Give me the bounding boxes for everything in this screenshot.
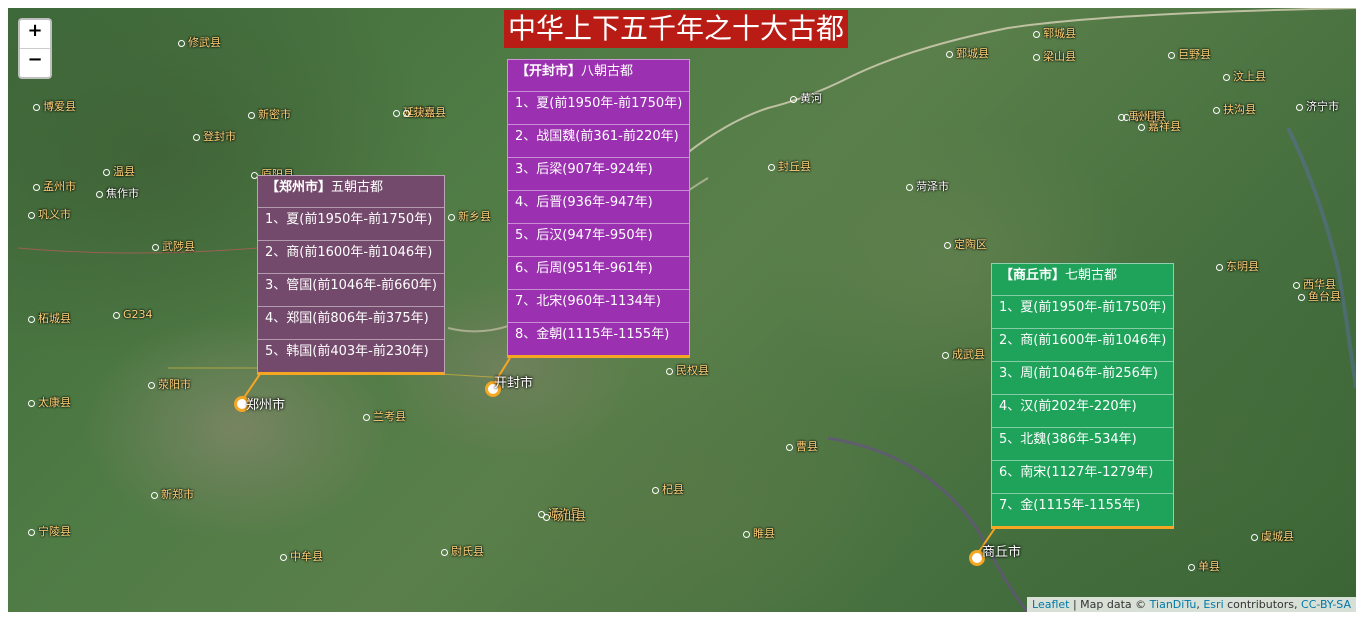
dynasty-row: 1、夏(前1950年-前1750年) <box>258 208 445 241</box>
dynasty-row: 5、北魏(386年-534年) <box>992 428 1174 461</box>
popup-subtitle: 八朝古都 <box>581 64 634 79</box>
zoom-in-button[interactable]: + <box>20 20 50 48</box>
tianditu-link[interactable]: TianDiTu <box>1150 598 1197 611</box>
popup-header: 【郑州市】五朝古都 <box>258 176 445 208</box>
dynasty-row: 2、战国魏(前361-前220年) <box>508 125 690 158</box>
map-view[interactable]: + − 焦作市 菏泽市 济宁市 定陶区 新乡县 武陟县 原阳县 延津县 封丘县 … <box>8 8 1356 612</box>
city-label-kaifeng: 开封市 <box>494 376 534 391</box>
esri-link[interactable]: Esri <box>1203 598 1223 611</box>
attribution-text: | Map data © <box>1069 598 1150 611</box>
dynasty-row: 2、商(前1600年-前1046年) <box>258 241 445 274</box>
map-attribution: Leaflet | Map data © TianDiTu, Esri cont… <box>1027 597 1356 612</box>
zoom-control: + − <box>18 18 52 79</box>
popup-subtitle: 五朝古都 <box>331 180 384 195</box>
popup-city-name: 【开封市】 <box>516 64 582 79</box>
popup-subtitle: 七朝古都 <box>1065 268 1118 283</box>
dynasty-row: 7、金(1115年-1155年) <box>999 498 1141 513</box>
dynasty-row: 8、金朝(1115年-1155年) <box>515 327 670 342</box>
popup-city-name: 【郑州市】 <box>266 180 332 195</box>
license-link[interactable]: CC-BY-SA <box>1301 598 1351 611</box>
dynasty-row: 3、后梁(907年-924年) <box>508 158 690 191</box>
dynasty-row: 6、后周(951年-961年) <box>508 257 690 290</box>
city-label-shangqiu: 商丘市 <box>982 545 1022 560</box>
dynasty-row: 4、后晋(936年-947年) <box>508 191 690 224</box>
attribution-text: contributors, <box>1223 598 1302 611</box>
dynasty-row: 7、北宋(960年-1134年) <box>508 290 690 323</box>
popup-header: 【开封市】八朝古都 <box>508 60 690 92</box>
popup-zhengzhou[interactable]: 【郑州市】五朝古都 1、夏(前1950年-前1750年) 2、商(前1600年-… <box>257 175 446 375</box>
dynasty-row: 2、商(前1600年-前1046年) <box>992 329 1174 362</box>
dynasty-row: 4、郑国(前806年-前375年) <box>258 307 445 340</box>
dynasty-row: 5、韩国(前403年-前230年) <box>265 344 429 359</box>
dynasty-row: 1、夏(前1950年-前1750年) <box>992 296 1174 329</box>
dynasty-row: 5、后汉(947年-950年) <box>508 224 690 257</box>
leaflet-link[interactable]: Leaflet <box>1032 598 1069 611</box>
popup-header: 【商丘市】七朝古都 <box>992 264 1174 296</box>
zoom-out-button[interactable]: − <box>20 48 50 77</box>
dynasty-row: 4、汉(前202年-220年) <box>992 395 1174 428</box>
popup-shangqiu[interactable]: 【商丘市】七朝古都 1、夏(前1950年-前1750年) 2、商(前1600年-… <box>991 263 1175 529</box>
popup-city-name: 【商丘市】 <box>1000 268 1066 283</box>
popup-kaifeng[interactable]: 【开封市】八朝古都 1、夏(前1950年-前1750年) 2、战国魏(前361-… <box>507 59 691 358</box>
map-title: 中华上下五千年之十大古都 <box>504 10 849 48</box>
dynasty-row: 3、管国(前1046年-前660年) <box>258 274 445 307</box>
city-label-zhengzhou: 郑州市 <box>246 398 286 413</box>
dynasty-row: 3、周(前1046年-前256年) <box>992 362 1174 395</box>
dynasty-row: 6、南宋(1127年-1279年) <box>992 461 1174 494</box>
dynasty-row: 1、夏(前1950年-前1750年) <box>508 92 690 125</box>
